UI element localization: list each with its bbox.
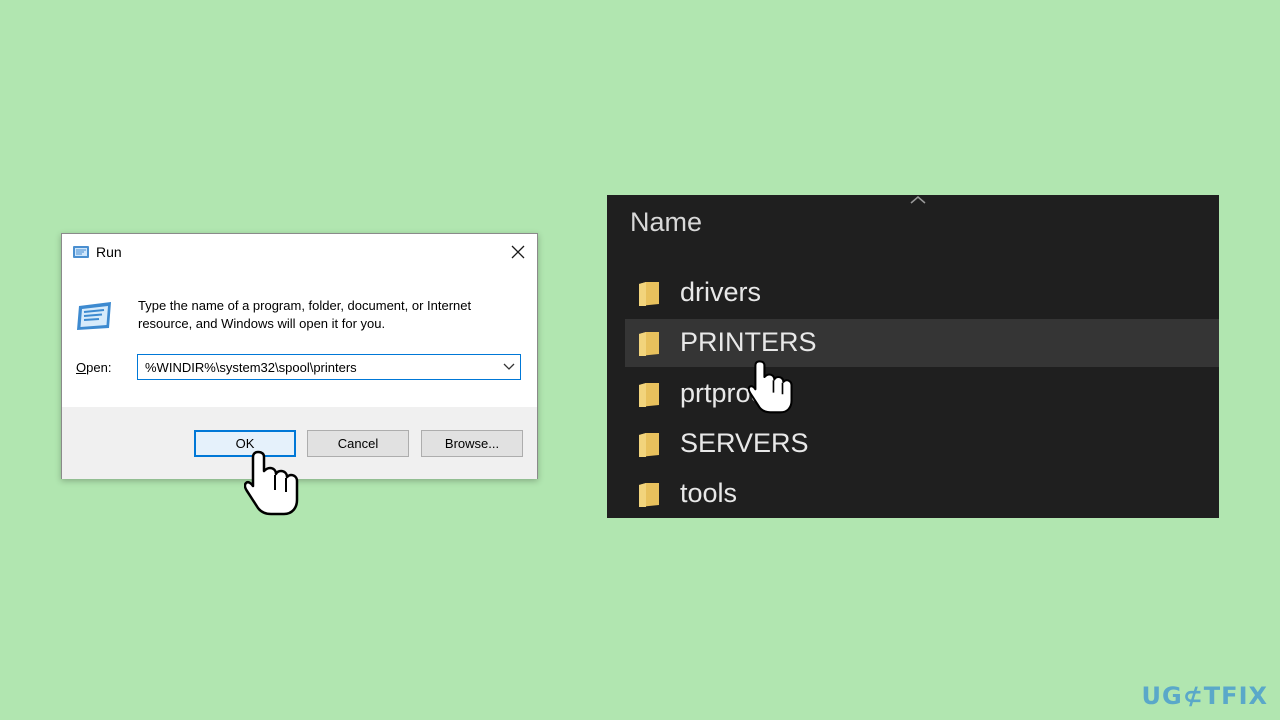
watermark-logo: UG⊄TFIX [1141,682,1268,710]
file-explorer-list: Name drivers PRINTERS prtprocs SERVERS t… [607,195,1219,518]
name-column-header[interactable]: Name [630,207,702,238]
folder-icon [639,332,659,356]
folder-icon [639,383,659,407]
list-item-label: tools [680,478,738,508]
list-item-tools[interactable]: tools [625,470,1219,518]
run-dialog: Run Type the name of a program, folder, … [61,233,538,479]
run-titlebar: Run [62,234,537,270]
run-icon [73,246,89,258]
open-combobox[interactable] [137,354,521,380]
browse-button[interactable]: Browse... [421,430,523,457]
cancel-button[interactable]: Cancel [307,430,409,457]
list-item-prtprocs[interactable]: prtprocs [625,370,1219,418]
list-item-label: drivers [680,277,762,307]
open-label: Open: [76,360,112,375]
open-input[interactable] [138,355,488,379]
dialog-title: Run [96,244,122,260]
sort-caret-icon[interactable] [909,195,927,205]
list-item-servers[interactable]: SERVERS [625,420,1219,468]
chevron-down-icon[interactable] [501,360,517,374]
dialog-description: Type the name of a program, folder, docu… [138,298,472,331]
ok-button[interactable]: OK [194,430,296,457]
dialog-footer: OK Cancel Browse... [62,407,537,479]
list-item-drivers[interactable]: drivers [625,269,1219,317]
folder-icon [639,282,659,306]
folder-icon [639,433,659,457]
list-item-label: PRINTERS [680,327,817,357]
list-item-label: SERVERS [680,428,809,458]
list-item-label: prtprocs [680,378,778,408]
close-icon [511,245,525,259]
close-button[interactable] [499,234,537,270]
list-item-printers[interactable]: PRINTERS [625,319,1219,367]
folder-icon [639,483,659,507]
run-icon [77,302,111,330]
